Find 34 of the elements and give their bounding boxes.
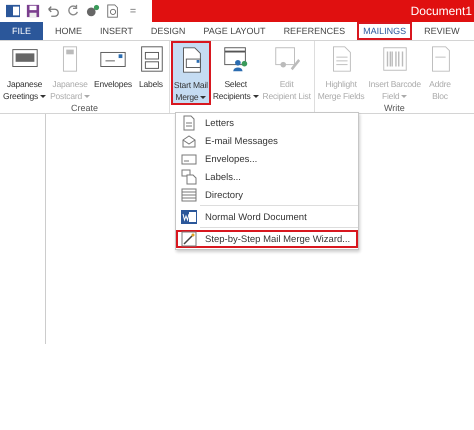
ribbon-button[interactable]: Start Mail Merge (170, 41, 211, 105)
letter-icon (181, 115, 197, 131)
group-label: Create (70, 103, 98, 113)
email-icon (181, 133, 197, 149)
menu-item[interactable]: Directory (176, 186, 358, 204)
menu-item[interactable]: Envelopes... (176, 150, 358, 168)
ribbon-button[interactable]: Japanese Greetings (1, 41, 48, 103)
undo-icon[interactable] (46, 4, 60, 18)
save-icon[interactable] (26, 4, 40, 18)
word-icon (181, 209, 197, 225)
ribbon-tab[interactable]: REFERENCES (278, 22, 352, 40)
print-preview-icon[interactable] (106, 4, 120, 18)
ribbon-tab[interactable]: PAGE LAYOUT (197, 22, 272, 40)
ribbon-tab[interactable]: INSERT (94, 22, 139, 40)
menu-item[interactable]: Normal Word Document (176, 208, 358, 226)
menu-item[interactable]: E-mail Messages (176, 132, 358, 150)
directory-icon (181, 187, 197, 203)
menu-item[interactable]: Letters (176, 114, 358, 132)
menu-item[interactable]: Step-by-Step Mail Merge Wizard... (176, 230, 358, 248)
ribbon-button[interactable]: Labels (134, 41, 168, 103)
ribbon-tab[interactable]: HOME (49, 22, 88, 40)
menu-item[interactable]: Labels... (176, 168, 358, 186)
ribbon-tab[interactable]: DESIGN (144, 22, 192, 40)
window-title: Document1 (410, 4, 472, 18)
labels-icon (181, 169, 197, 185)
group-label: Write (384, 103, 405, 113)
file-tab[interactable]: FILE (0, 22, 44, 40)
ribbon-tab[interactable]: REVIEW (418, 22, 466, 40)
ribbon-button[interactable]: Envelopes (92, 41, 134, 103)
ribbon-tab[interactable]: MAILINGS (357, 22, 412, 40)
wizard-icon (181, 231, 197, 247)
redo-icon[interactable] (66, 4, 80, 18)
ribbon-button[interactable]: Select Recipients (210, 41, 261, 105)
word-icon (6, 4, 20, 18)
